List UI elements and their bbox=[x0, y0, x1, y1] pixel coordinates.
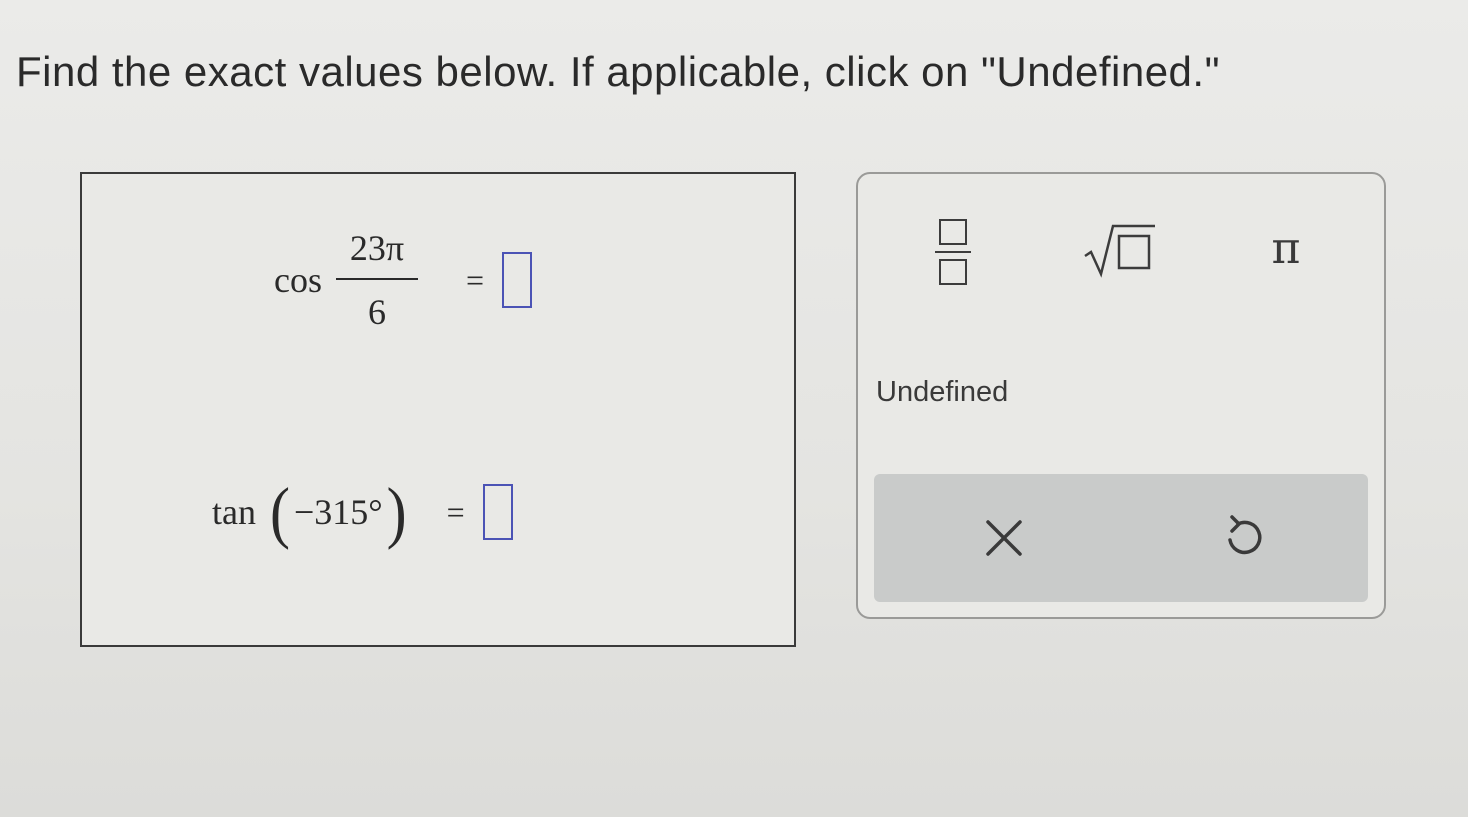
function-name: tan bbox=[212, 492, 256, 532]
undo-button[interactable] bbox=[1214, 504, 1274, 572]
fraction-icon bbox=[939, 218, 967, 245]
clear-icon bbox=[986, 520, 1022, 556]
close-paren: ) bbox=[386, 474, 407, 550]
action-bar bbox=[874, 474, 1368, 602]
answer-input-tan[interactable] bbox=[482, 484, 513, 540]
answer-input-cos[interactable] bbox=[502, 252, 533, 308]
fraction-icon-bar bbox=[935, 250, 971, 254]
problem-cos: cos 23π 6 = bbox=[274, 230, 533, 330]
fraction-icon-denominator bbox=[939, 259, 967, 286]
undefined-button[interactable]: Undefined bbox=[874, 372, 1010, 413]
open-paren: ( bbox=[269, 474, 290, 550]
pi-icon: π bbox=[1271, 222, 1301, 274]
math-palette: π Undefined bbox=[856, 172, 1386, 619]
equals-sign: = bbox=[466, 261, 485, 298]
problem-panel: cos 23π 6 = tan ( −315° ) = bbox=[80, 172, 796, 647]
equals-sign: = bbox=[446, 493, 465, 530]
clear-button[interactable] bbox=[974, 504, 1034, 572]
fraction-argument: 23π 6 bbox=[336, 230, 418, 330]
function-name: cos bbox=[274, 260, 322, 300]
problem-tan: tan ( −315° ) = bbox=[212, 478, 513, 547]
fraction-numerator: 23π bbox=[349, 228, 405, 268]
pi-button[interactable]: π bbox=[1256, 212, 1316, 284]
angle-argument: −315° bbox=[293, 492, 383, 532]
square-root-icon bbox=[1084, 224, 1155, 278]
fraction-button[interactable] bbox=[920, 208, 986, 296]
fraction-denominator: 6 bbox=[368, 292, 386, 332]
undo-icon bbox=[1228, 515, 1262, 555]
square-root-button[interactable] bbox=[1080, 214, 1160, 286]
instructions-text: Find the exact values below. If applicab… bbox=[16, 48, 1220, 95]
